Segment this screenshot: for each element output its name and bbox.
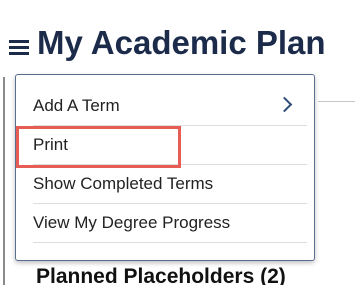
page-title: My Academic Plan	[37, 24, 326, 61]
planned-placeholders-heading: Planned Placeholders (2)	[36, 265, 286, 285]
menu-item-label: Show Completed Terms	[33, 174, 214, 193]
hamburger-menu-icon[interactable]	[9, 40, 29, 56]
hamburger-bar	[9, 52, 29, 55]
hamburger-bar	[9, 40, 29, 43]
plan-actions-dropdown: Add A Term Print Show Completed Terms Vi…	[15, 74, 315, 261]
hamburger-bar	[9, 46, 29, 49]
menu-item-label: Add A Term	[33, 96, 120, 115]
content-divider	[318, 101, 355, 102]
page-header: My Academic Plan	[0, 0, 355, 80]
chevron-right-icon	[276, 96, 293, 113]
menu-item-show-completed-terms[interactable]: Show Completed Terms	[33, 165, 307, 204]
menu-item-view-my-degree-progress[interactable]: View My Degree Progress	[33, 204, 307, 243]
menu-item-label: Print	[33, 135, 68, 154]
menu-item-add-a-term[interactable]: Add A Term	[33, 87, 307, 126]
content-panel-edge	[3, 77, 5, 285]
menu-item-print[interactable]: Print	[33, 126, 307, 165]
app-frame: My Academic Plan Planned Placeholders (2…	[0, 0, 355, 285]
menu-item-label: View My Degree Progress	[33, 213, 231, 232]
